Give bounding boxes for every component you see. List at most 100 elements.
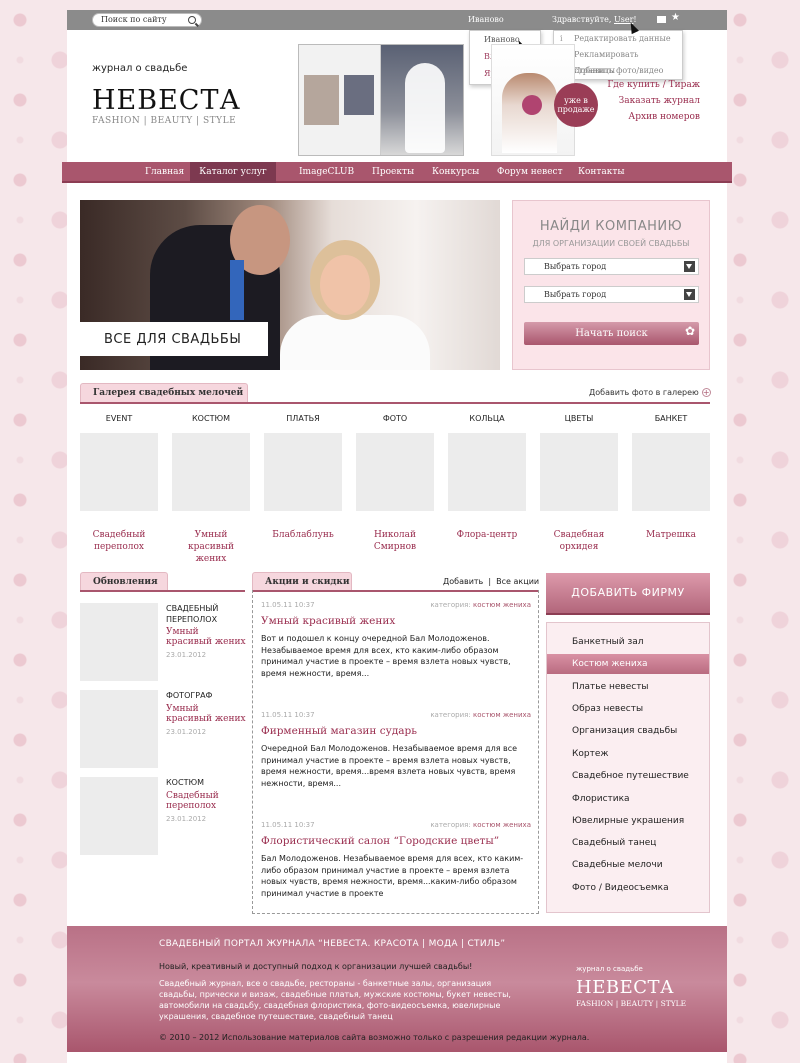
nav-home[interactable]: Главная <box>145 162 184 183</box>
start-search-button[interactable]: Начать поиск <box>524 320 699 345</box>
category-item[interactable]: Свадебное путешествие <box>547 766 709 786</box>
update-item[interactable]: СВАДЕБНЫЙ ПЕРЕПОЛОХ Умный красивый жених… <box>80 603 246 681</box>
category-item[interactable]: Образ невесты <box>547 699 709 719</box>
nav-contests[interactable]: Конкурсы <box>432 162 479 183</box>
update-item[interactable]: ФОТОГРАФ Умный красивый жених 23.01.2012 <box>80 690 246 768</box>
gallery-item[interactable]: ПЛАТЬЯ Блаблаблунь <box>264 414 342 541</box>
update-thumbnail[interactable] <box>80 690 158 768</box>
gallery-name[interactable]: Свадебный переполох <box>80 529 158 553</box>
select-value: Выбрать город <box>544 290 607 299</box>
category-item[interactable]: Флористика <box>547 789 709 809</box>
link-archive[interactable]: Архив номеров <box>600 109 700 125</box>
news-add-link[interactable]: Добавить <box>443 577 483 586</box>
category-item[interactable]: Платье невесты <box>547 677 709 697</box>
category-item[interactable]: Фото / Видеосъемка <box>547 878 709 898</box>
magazine-spread-image[interactable] <box>298 44 464 156</box>
news-all-link[interactable]: Все акции <box>496 577 539 586</box>
add-firm-button[interactable]: ДОБАВИТЬ ФИРМУ <box>546 573 710 613</box>
news-category[interactable]: категория: костюм жениха <box>430 601 531 609</box>
gallery-item[interactable]: ФОТО Николай Смирнов <box>356 414 434 553</box>
gallery-item[interactable]: КОСТЮМ Умный красивый жених <box>172 414 250 565</box>
nav-imageclub[interactable]: ImageCLUB <box>299 162 354 183</box>
hero-label: ВСЕ ДЛЯ СВАДЬБЫ <box>104 332 242 347</box>
gallery-item[interactable]: БАНКЕТ Матрешка <box>632 414 710 541</box>
search-input[interactable]: Поиск по сайту <box>92 13 202 27</box>
gallery-name[interactable]: Флора-центр <box>448 529 526 541</box>
footer-title: СВАДЕБНЫЙ ПОРТАЛ ЖУРНАЛА “НЕВЕСТА. КРАСО… <box>159 939 506 949</box>
city-select-1[interactable]: Выбрать город <box>524 258 699 275</box>
news-actions: Добавить | Все акции <box>443 577 539 586</box>
nav-catalog[interactable]: Каталог услуг <box>190 162 276 183</box>
add-photo-link[interactable]: Добавить фото в галерею + <box>589 388 711 397</box>
category-list: Банкетный зал Костюм жениха Платье невес… <box>546 622 710 913</box>
add-photo-label: Добавить фото в галерею <box>589 388 699 397</box>
logo-subtitle: FASHION | BEAUTY | STYLE <box>92 116 237 126</box>
gallery-thumbnail[interactable] <box>448 433 526 511</box>
updates-tab: Обновления <box>80 572 168 592</box>
header-links: Где купить / Тираж Заказать журнал Архив… <box>600 77 700 125</box>
news-tab: Акции и скидки <box>252 572 352 592</box>
magazine-tagline: журнал о свадьбе <box>92 63 188 74</box>
greeting-text: Здравствуйте, <box>552 15 614 24</box>
news-title[interactable]: Фирменный магазин сударь <box>261 725 531 741</box>
info-icon: i <box>560 34 563 43</box>
gallery-item[interactable]: EVENT Свадебный переполох <box>80 414 158 553</box>
gallery-name[interactable]: Матрешка <box>632 529 710 541</box>
news-text: Вот и подошел к концу очередной Бал Моло… <box>261 634 511 678</box>
news-title[interactable]: Умный красивый жених <box>261 615 531 631</box>
hero-banner[interactable]: ВСЕ ДЛЯ СВАДЬБЫ <box>80 200 500 370</box>
news-category-value: костюм жениха <box>472 601 531 609</box>
logo[interactable]: НЕВЕСТА <box>92 85 241 116</box>
city-selector[interactable]: Иваново <box>468 15 504 24</box>
update-name[interactable]: Свадебный переполох <box>166 791 246 811</box>
news-text: Очередной Бал Молодоженов. Незабываемое … <box>261 744 518 788</box>
gallery-item[interactable]: КОЛЬЦА Флора-центр <box>448 414 526 541</box>
mail-icon[interactable] <box>657 16 666 23</box>
category-item[interactable]: Кортеж <box>547 744 709 764</box>
update-thumbnail[interactable] <box>80 603 158 681</box>
link-where-to-buy[interactable]: Где купить / Тираж <box>600 77 700 93</box>
nav-projects[interactable]: Проекты <box>372 162 414 183</box>
gallery-thumbnail[interactable] <box>172 433 250 511</box>
news-category-label: категория: <box>430 601 471 609</box>
gallery-name[interactable]: Николай Смирнов <box>356 529 434 553</box>
news-date: 11.05.11 10:37 <box>261 711 315 719</box>
gallery-name[interactable]: Свадебная орхидея <box>540 529 618 553</box>
update-name[interactable]: Умный красивый жених <box>166 627 246 647</box>
gallery-category: EVENT <box>105 414 133 423</box>
news-date: 11.05.11 10:37 <box>261 601 315 609</box>
gallery-item[interactable]: ЦВЕТЫ Свадебная орхидея <box>540 414 618 553</box>
update-item[interactable]: КОСТЮМ Свадебный переполох 23.01.2012 <box>80 777 245 855</box>
gallery-thumbnail[interactable] <box>540 433 618 511</box>
search-icon[interactable] <box>188 16 196 24</box>
gallery-thumbnail[interactable] <box>356 433 434 511</box>
city-select-2[interactable]: Выбрать город <box>524 286 699 303</box>
gallery-thumbnail[interactable] <box>264 433 342 511</box>
nav-forum[interactable]: Форум невест <box>497 162 563 183</box>
news-category-label: категория: <box>430 821 471 829</box>
gallery-thumbnail[interactable] <box>632 433 710 511</box>
gallery-name[interactable]: Блаблаблунь <box>264 529 342 541</box>
update-name[interactable]: Умный красивый жених <box>166 704 246 724</box>
category-item-active[interactable]: Костюм жениха <box>547 654 709 674</box>
nav-contacts[interactable]: Контакты <box>578 162 625 183</box>
update-thumbnail[interactable] <box>80 777 158 855</box>
category-item[interactable]: Ювелирные украшения <box>547 811 709 831</box>
link-order-magazine[interactable]: Заказать журнал <box>600 93 700 109</box>
category-item[interactable]: Организация свадьбы <box>547 721 709 741</box>
hero-label-box: ВСЕ ДЛЯ СВАДЬБЫ <box>80 322 268 356</box>
star-icon[interactable]: ★ <box>671 12 680 23</box>
gallery-thumbnail[interactable] <box>80 433 158 511</box>
update-category: КОСТЮМ <box>166 778 204 787</box>
category-item[interactable]: Свадебные мелочи <box>547 855 709 875</box>
footer-logo[interactable]: НЕВЕСТА <box>576 977 674 998</box>
category-item[interactable]: Банкетный зал <box>547 632 709 652</box>
news-category[interactable]: категория: костюм жениха <box>430 711 531 719</box>
news-item: 11.05.11 10:37 категория: костюм жениха Ф… <box>261 821 531 899</box>
news-category[interactable]: категория: костюм жениха <box>430 821 531 829</box>
gallery-name[interactable]: Умный красивый жених <box>172 529 250 565</box>
news-category-value: костюм жениха <box>472 711 531 719</box>
news-title[interactable]: Флористический салон “Городские цветы” <box>261 835 531 851</box>
updates-divider <box>80 590 245 592</box>
category-item[interactable]: Свадебный танец <box>547 833 709 853</box>
